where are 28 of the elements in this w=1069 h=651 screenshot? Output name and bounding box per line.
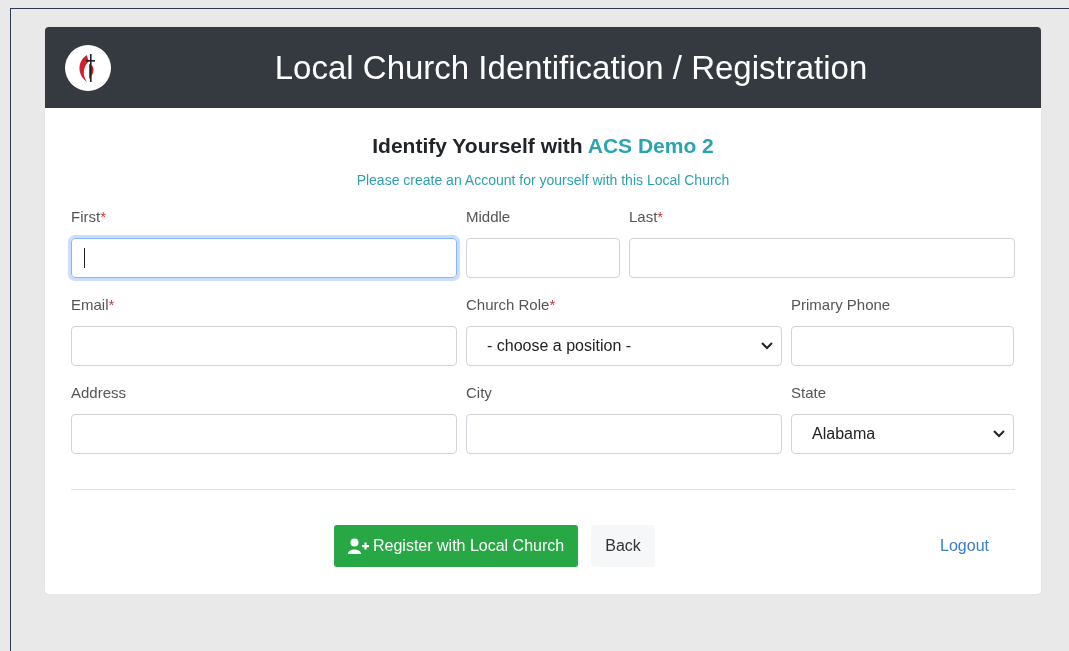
input-field[interactable]	[466, 414, 782, 454]
input-field[interactable]	[71, 238, 457, 278]
field-label: Last*	[629, 208, 665, 227]
field-label: First*	[71, 208, 107, 227]
field-label: State	[791, 384, 828, 403]
select-field[interactable]: Alabama	[791, 414, 1014, 454]
field-label: Primary Phone	[791, 296, 892, 315]
field-label: Address	[71, 384, 128, 403]
back-button[interactable]: Back	[591, 525, 655, 567]
logo-icon	[65, 44, 111, 91]
input-field[interactable]	[466, 238, 620, 278]
input-field[interactable]	[71, 414, 457, 454]
field-label: Church Role*	[466, 296, 557, 315]
input-field[interactable]	[71, 326, 457, 366]
input-field[interactable]	[791, 326, 1014, 366]
select-field[interactable]: - choose a position -	[466, 326, 782, 366]
logout-link[interactable]: Logout	[926, 525, 1003, 567]
field-label: Middle	[466, 208, 512, 227]
field-label: Email*	[71, 296, 116, 315]
chevron-down-icon	[761, 342, 773, 350]
form-subtitle: Please create an Account for yourself with this Local Church	[355, 172, 731, 188]
field-label: City	[466, 384, 493, 403]
chevron-down-icon	[993, 430, 1005, 438]
input-field[interactable]	[629, 238, 1015, 278]
text-cursor	[84, 248, 85, 268]
form-heading: Identify Yourself with ACS Demo 2	[371, 134, 715, 158]
user-plus-icon	[348, 538, 369, 554]
page-title: Local Church Identification / Registration	[273, 48, 869, 87]
